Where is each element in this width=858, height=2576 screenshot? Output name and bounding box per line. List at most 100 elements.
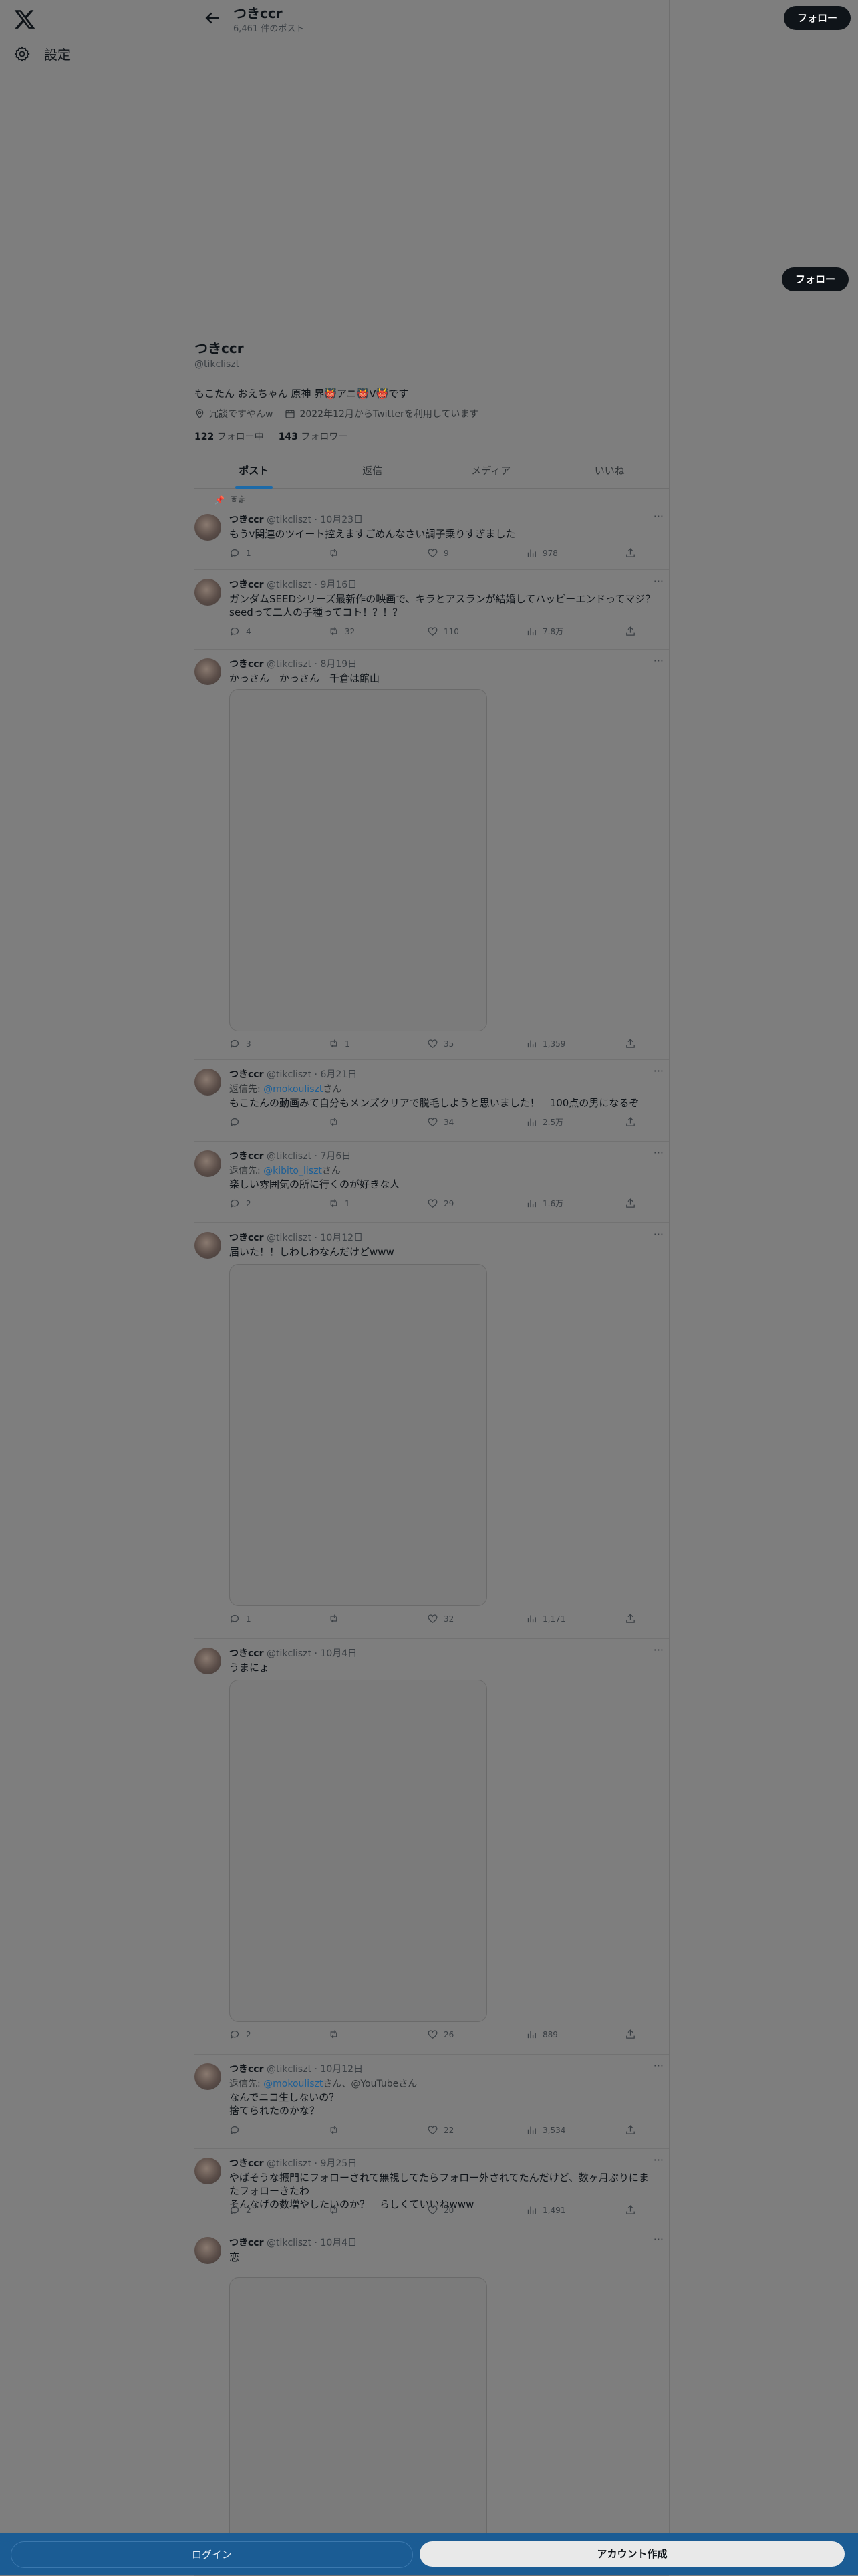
tweet[interactable]: つきccr @tikcliszt · 10月4日 ··· 恋 — [194, 2228, 669, 2576]
tweet-author-handle[interactable]: @tikcliszt — [267, 659, 311, 670]
views-button[interactable]: 978 — [526, 547, 606, 559]
views-button[interactable]: 1,359 — [526, 1038, 606, 1049]
followers-link[interactable]: 143 フォロワー — [279, 430, 348, 443]
more-options-icon[interactable]: ··· — [654, 2154, 664, 2166]
like-button[interactable]: 29 — [427, 1198, 507, 1209]
like-button[interactable]: 35 — [427, 1038, 507, 1049]
reply-button[interactable]: 2 — [229, 2204, 309, 2216]
more-options-icon[interactable]: ··· — [654, 510, 664, 523]
repost-button[interactable] — [328, 2124, 408, 2136]
more-options-icon[interactable]: ··· — [654, 654, 664, 667]
share-button[interactable] — [625, 1038, 638, 1049]
more-options-icon[interactable]: ··· — [654, 1065, 664, 1077]
views-button[interactable]: 2.5万 — [526, 1116, 606, 1128]
share-button[interactable] — [625, 626, 638, 637]
share-button[interactable] — [625, 2204, 638, 2216]
reply-to-link[interactable]: @mokouliszt — [263, 1084, 323, 1095]
tweet-media[interactable] — [229, 1680, 487, 2022]
share-button[interactable] — [625, 547, 638, 559]
reply-button[interactable] — [229, 2124, 309, 2136]
repost-button[interactable] — [328, 2204, 408, 2216]
repost-button[interactable]: 1 — [328, 1038, 408, 1049]
more-options-icon[interactable]: ··· — [654, 1228, 664, 1241]
tweet[interactable]: つきccr @tikcliszt · 6月21日 ··· 返信先: @mokouli… — [194, 1059, 669, 1142]
tab-posts[interactable]: ポスト — [194, 455, 313, 489]
like-button[interactable]: 110 — [427, 626, 507, 637]
repost-button[interactable] — [328, 547, 408, 559]
avatar[interactable] — [194, 1232, 221, 1259]
reply-to-link[interactable]: @kibito_liszt — [263, 1166, 322, 1176]
views-button[interactable]: 889 — [526, 2029, 606, 2040]
reply-button[interactable]: 3 — [229, 1038, 309, 1049]
avatar[interactable] — [194, 2063, 221, 2090]
avatar[interactable] — [194, 2158, 221, 2184]
reply-button[interactable]: 4 — [229, 626, 309, 637]
tweet[interactable]: つきccr @tikcliszt · 8月19日 ··· かっさん かっさん 千倉は… — [194, 649, 669, 1060]
share-button[interactable] — [625, 2029, 638, 2040]
views-button[interactable]: 1,491 — [526, 2204, 606, 2216]
tweet-date[interactable]: 10月4日 — [320, 2238, 357, 2248]
tweet-author-name[interactable]: つきccr — [229, 2238, 264, 2248]
tweet-media[interactable] — [229, 2277, 487, 2559]
avatar[interactable] — [194, 579, 221, 606]
tab-likes[interactable]: いいね — [551, 455, 670, 488]
avatar[interactable] — [194, 1150, 221, 1177]
tweet[interactable]: つきccr @tikcliszt · 7月6日 ··· 返信先: @kibito_l… — [194, 1141, 669, 1223]
tweet-media[interactable] — [229, 689, 487, 1031]
share-button[interactable] — [625, 1116, 638, 1128]
tweet-author-handle[interactable]: @tikcliszt — [267, 1151, 311, 1162]
tweet-author-name[interactable]: つきccr — [229, 1151, 264, 1162]
tweet[interactable]: つきccr @tikcliszt · 9月16日 ··· ガンダムSEEDシリーズ最… — [194, 569, 669, 650]
settings-link[interactable]: 設定 — [13, 44, 71, 63]
repost-button[interactable]: 32 — [328, 626, 408, 637]
like-button[interactable]: 9 — [427, 547, 507, 559]
tweet-author-handle[interactable]: @tikcliszt — [267, 1233, 311, 1243]
tab-media[interactable]: メディア — [432, 455, 551, 488]
tab-replies[interactable]: 返信 — [313, 455, 432, 488]
reply-button[interactable]: 1 — [229, 1613, 309, 1624]
tweet-author-name[interactable]: つきccr — [229, 659, 264, 670]
share-button[interactable] — [625, 1613, 638, 1624]
tweet[interactable]: つきccr @tikcliszt · 10月12日 ··· 返信先: @mokoul… — [194, 2054, 669, 2149]
login-button[interactable]: ログイン — [11, 2541, 413, 2568]
tweet[interactable]: 📌 固定 つきccr @tikcliszt · 10月23日 ··· もうv関連のツイー… — [194, 490, 669, 570]
tweet-media[interactable] — [229, 1264, 487, 1606]
like-button[interactable]: 20 — [427, 2204, 507, 2216]
share-button[interactable] — [625, 2124, 638, 2136]
more-options-icon[interactable]: ··· — [654, 575, 664, 588]
reply-button[interactable]: 1 — [229, 547, 309, 559]
avatar[interactable] — [194, 2237, 221, 2264]
tweet[interactable]: つきccr @tikcliszt · 10月12日 ··· 届いた！！しわしわなんだ… — [194, 1222, 669, 1639]
signup-button[interactable]: アカウント作成 — [420, 2541, 845, 2567]
repost-button[interactable] — [328, 2029, 408, 2040]
tweet-author-name[interactable]: つきccr — [229, 2158, 264, 2169]
like-button[interactable]: 34 — [427, 1116, 507, 1128]
tweet-author-name[interactable]: つきccr — [229, 1648, 264, 1659]
views-button[interactable]: 3,534 — [526, 2124, 606, 2136]
follow-button-header[interactable]: フォロー — [784, 6, 851, 30]
x-logo-icon[interactable] — [13, 8, 36, 31]
like-button[interactable]: 22 — [427, 2124, 507, 2136]
more-options-icon[interactable]: ··· — [654, 1146, 664, 1159]
reply-button[interactable]: 2 — [229, 1198, 309, 1209]
tweet[interactable]: つきccr @tikcliszt · 9月25日 ··· やばそうな振門にフォローさ… — [194, 2148, 669, 2228]
tweet-date[interactable]: 10月4日 — [320, 1648, 357, 1659]
views-button[interactable]: 7.8万 — [526, 626, 606, 637]
tweet-author-name[interactable]: つきccr — [229, 579, 264, 590]
tweet-author-handle[interactable]: @tikcliszt — [267, 1648, 311, 1659]
tweet-date[interactable]: 10月12日 — [320, 1233, 363, 1243]
tweet-date[interactable]: 9月25日 — [320, 2158, 357, 2169]
tweet-author-name[interactable]: つきccr — [229, 1233, 264, 1243]
repost-button[interactable] — [328, 1613, 408, 1624]
like-button[interactable]: 32 — [427, 1613, 507, 1624]
tweet-author-name[interactable]: つきccr — [229, 2064, 264, 2075]
tweet-author-name[interactable]: つきccr — [229, 1069, 264, 1080]
more-options-icon[interactable]: ··· — [654, 1644, 664, 1656]
like-button[interactable]: 26 — [427, 2029, 507, 2040]
more-options-icon[interactable]: ··· — [654, 2233, 664, 2246]
avatar[interactable] — [194, 1069, 221, 1096]
more-options-icon[interactable]: ··· — [654, 2059, 664, 2072]
avatar[interactable] — [194, 514, 221, 541]
follow-button-profile[interactable]: フォロー — [782, 267, 849, 291]
reply-to-link[interactable]: @mokouliszt — [263, 2079, 323, 2089]
